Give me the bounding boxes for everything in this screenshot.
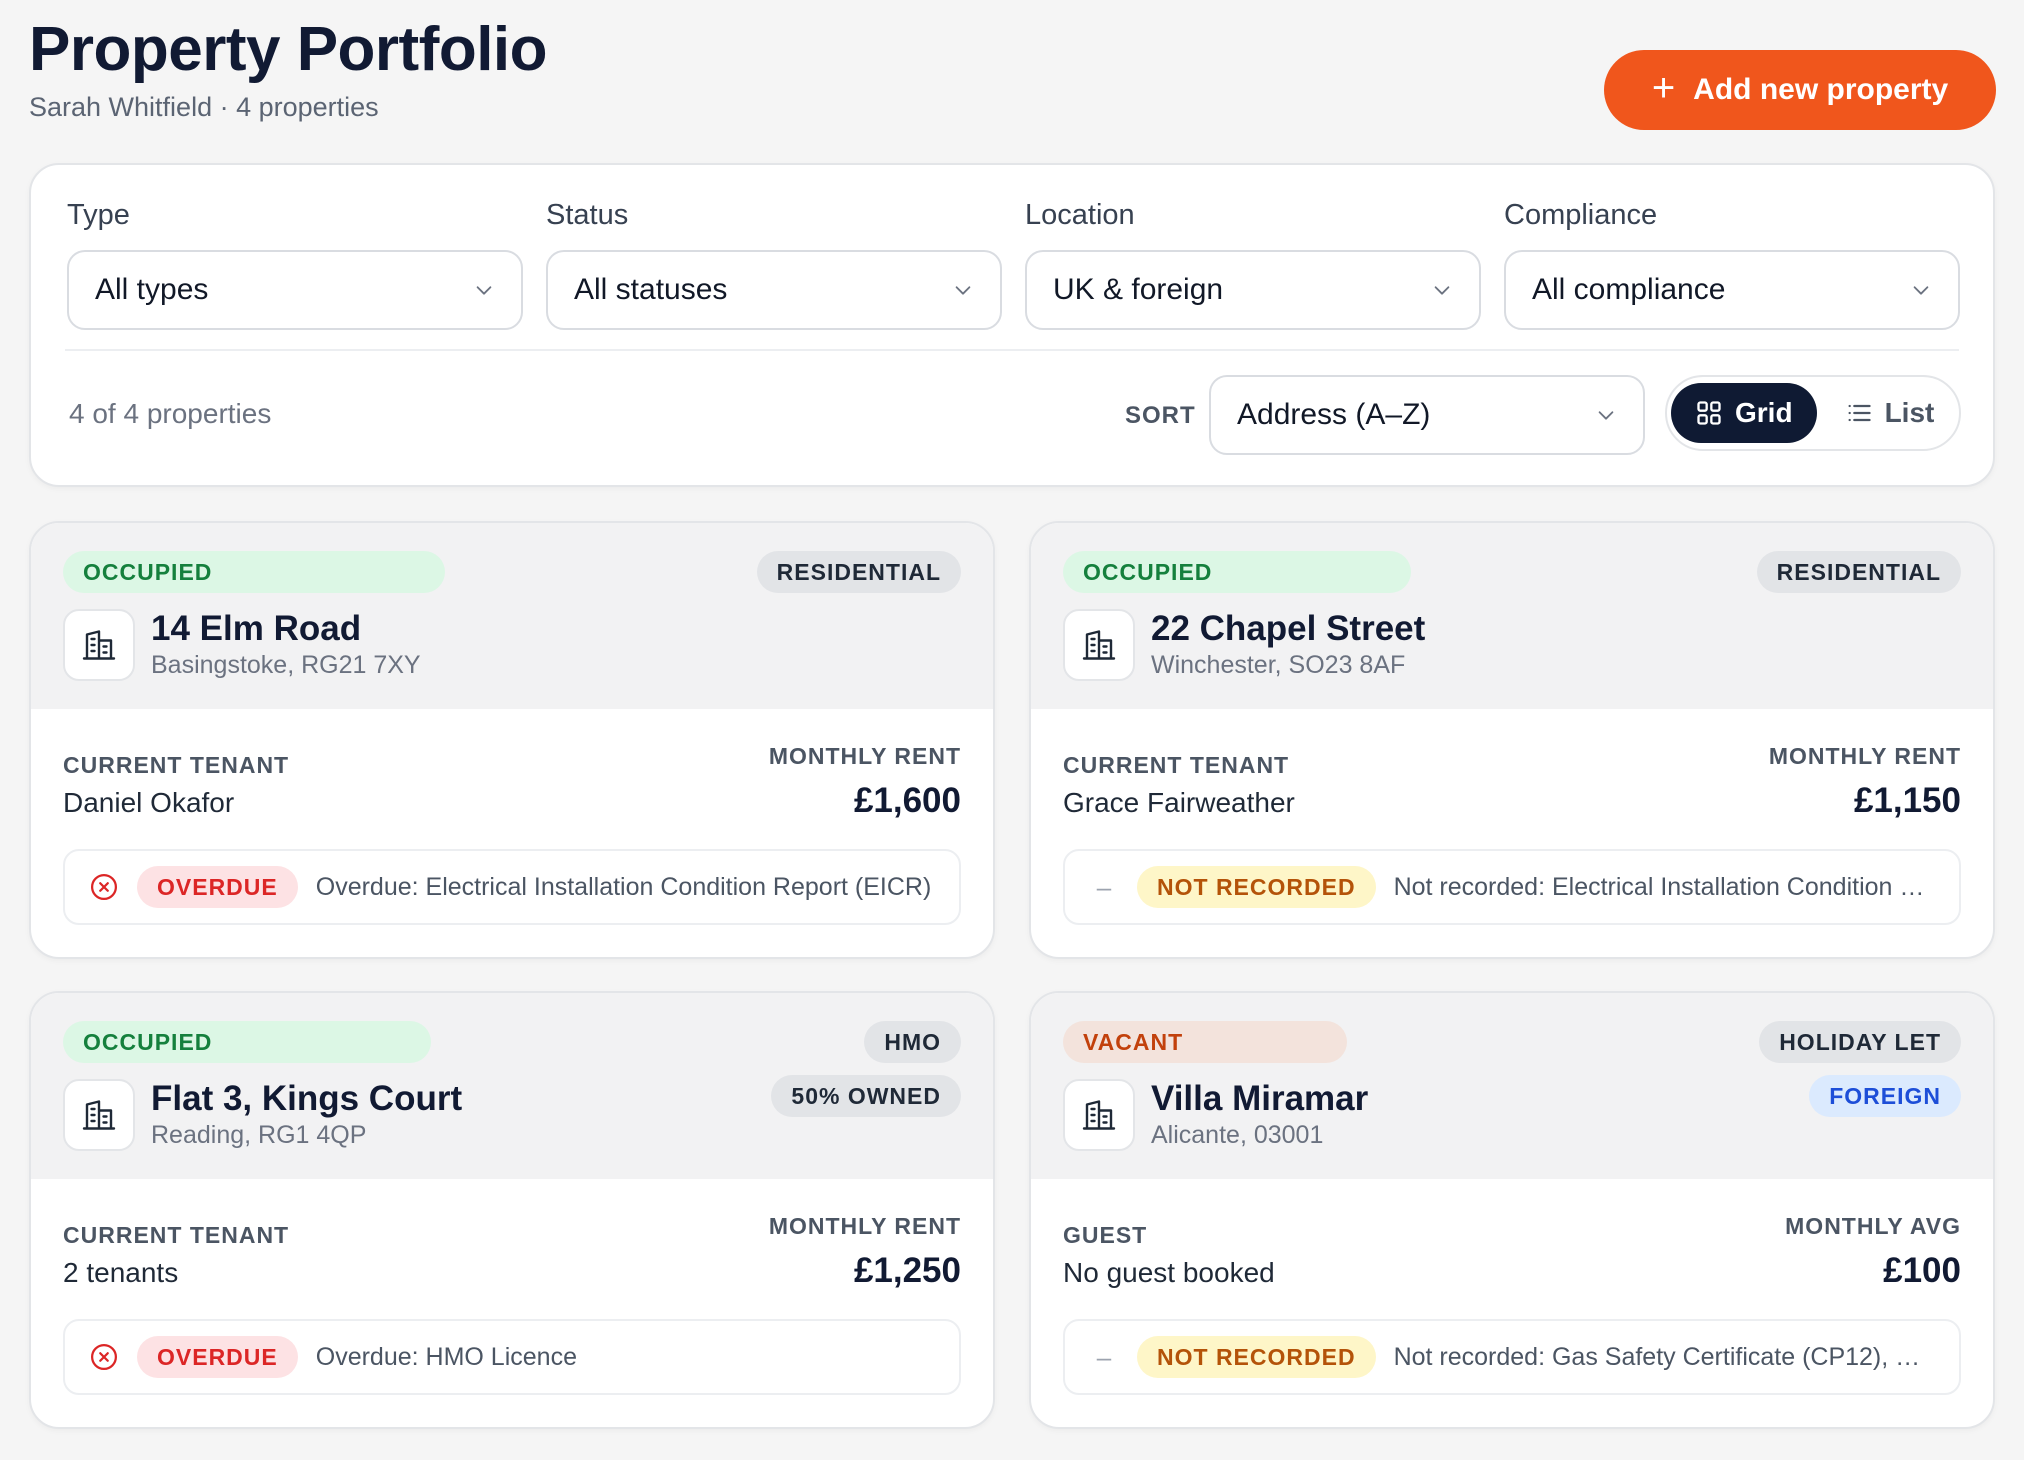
sort-label: SORT: [1125, 402, 1196, 429]
status-filter: Status All statuses: [546, 199, 1002, 330]
property-name: Flat 3, Kings Court: [151, 1079, 463, 1118]
property-name: 14 Elm Road: [151, 609, 362, 648]
compliance-filter: Compliance All compliance: [1504, 199, 1960, 330]
location-filter-label: Location: [1025, 199, 1135, 231]
type-filter: Type All types: [67, 199, 523, 330]
property-address: Basingstoke, RG21 7XY: [151, 651, 421, 679]
location-select-value: UK & foreign: [1053, 273, 1224, 306]
compliance-text: Not recorded: Gas Safety Certificate (CP…: [1393, 1342, 1935, 1371]
building-icon: [1063, 1079, 1135, 1151]
compliance-badge: NOT RECORDED: [1137, 1336, 1376, 1378]
compliance-badge: NOT RECORDED: [1137, 866, 1376, 908]
tenant-name: Grace Fairweather: [1063, 787, 1295, 818]
compliance-text: Overdue: Electrical Installation Conditi…: [315, 872, 932, 901]
rent-value: £1,250: [853, 1251, 961, 1290]
building-icon: [63, 609, 135, 681]
tenant-name: Daniel Okafor: [63, 787, 235, 818]
property-type-tag: RESIDENTIAL: [1756, 551, 1961, 593]
chevron-down-icon: [1434, 286, 1450, 295]
compliance-row[interactable]: OVERDUE Overdue: HMO Licence: [63, 1319, 961, 1395]
compliance-text: Not recorded: Electrical Installation Co…: [1393, 872, 1935, 901]
filter-divider: [65, 349, 1959, 351]
property-card[interactable]: VACANT HOLIDAY LET FOREIGN Villa Miramar…: [1029, 991, 1995, 1429]
sort-select-value: Address (A–Z): [1237, 398, 1431, 431]
list-view-label: List: [1884, 397, 1935, 428]
compliance-row[interactable]: – NOT RECORDED Not recorded: Electrical …: [1063, 849, 1961, 925]
property-name: Villa Miramar: [1151, 1079, 1369, 1118]
status-badge: OCCUPIED: [63, 551, 445, 593]
grid-view-button[interactable]: Grid: [1671, 383, 1817, 443]
property-type-tag: RESIDENTIAL: [756, 551, 961, 593]
location-filter: Location UK & foreign: [1025, 199, 1481, 330]
building-icon: [63, 1079, 135, 1151]
type-select[interactable]: All types: [67, 250, 523, 330]
compliance-select[interactable]: All compliance: [1504, 250, 1960, 330]
location-select[interactable]: UK & foreign: [1025, 250, 1481, 330]
chevron-down-icon: [955, 286, 971, 295]
add-property-button[interactable]: + Add new property: [1604, 50, 1996, 130]
list-icon: [1848, 404, 1871, 422]
compliance-row[interactable]: OVERDUE Overdue: Electrical Installation…: [63, 849, 961, 925]
rent-label: MONTHLY RENT: [1768, 743, 1961, 769]
plus-icon: +: [1651, 66, 1676, 110]
tenant-label: CURRENT TENANT: [63, 752, 290, 778]
chevron-down-icon: [476, 286, 492, 295]
type-select-value: All types: [95, 273, 209, 306]
rent-label: MONTHLY RENT: [768, 743, 961, 769]
building-icon: [1063, 609, 1135, 681]
list-view-button[interactable]: List: [1821, 383, 1959, 443]
guest-label: GUEST: [1063, 1222, 1148, 1248]
tenant-name: 2 tenants: [63, 1257, 179, 1288]
status-badge: OCCUPIED: [63, 1021, 431, 1063]
grid-view-label: Grid: [1735, 397, 1793, 428]
property-address: Winchester, SO23 8AF: [1151, 651, 1406, 679]
tenant-label: CURRENT TENANT: [63, 1222, 290, 1248]
type-filter-label: Type: [67, 199, 130, 231]
rent-value: £1,600: [853, 781, 961, 820]
foreign-tag: FOREIGN: [1809, 1075, 1961, 1117]
add-property-label: Add new property: [1693, 73, 1949, 106]
x-circle-icon: [89, 1342, 119, 1372]
compliance-select-value: All compliance: [1532, 273, 1726, 306]
tenant-label: CURRENT TENANT: [1063, 752, 1290, 778]
page-subtitle: Sarah Whitfield · 4 properties: [29, 92, 379, 122]
property-type-tag: HOLIDAY LET: [1759, 1021, 1961, 1063]
status-badge: VACANT: [1063, 1021, 1347, 1063]
compliance-badge: OVERDUE: [137, 866, 298, 908]
property-address: Reading, RG1 4QP: [151, 1121, 367, 1149]
status-badge: OCCUPIED: [1063, 551, 1411, 593]
view-toggle: Grid List: [1665, 375, 1961, 451]
status-select-value: All statuses: [574, 273, 728, 306]
grid-icon: [1697, 401, 1721, 425]
sort-select[interactable]: Address (A–Z): [1209, 375, 1645, 455]
status-filter-label: Status: [546, 199, 629, 231]
status-select[interactable]: All statuses: [546, 250, 1002, 330]
property-address: Alicante, 03001: [1151, 1121, 1324, 1149]
property-name: 22 Chapel Street: [1151, 609, 1426, 648]
ownership-tag: 50% OWNED: [771, 1075, 961, 1117]
dash-icon: –: [1096, 871, 1112, 902]
compliance-badge: OVERDUE: [137, 1336, 298, 1378]
compliance-text: Overdue: HMO Licence: [315, 1342, 577, 1371]
chevron-down-icon: [1913, 286, 1929, 295]
property-type-tag: HMO: [864, 1021, 961, 1063]
filter-panel: Type All types Status All statuses Locat…: [29, 163, 1995, 487]
x-circle-icon: [89, 872, 119, 902]
rent-label: MONTHLY RENT: [768, 1213, 961, 1239]
property-card[interactable]: OCCUPIED RESIDENTIAL 22 Chapel Street Wi…: [1029, 521, 1995, 959]
property-portfolio-page: Property Portfolio Sarah Whitfield · 4 p…: [0, 0, 2024, 1460]
guest-value: No guest booked: [1063, 1257, 1275, 1288]
compliance-row[interactable]: – NOT RECORDED Not recorded: Gas Safety …: [1063, 1319, 1961, 1395]
chevron-down-icon: [1598, 411, 1614, 420]
rent-value: £100: [1883, 1251, 1961, 1290]
results-count: 4 of 4 properties: [69, 398, 272, 429]
page-title: Property Portfolio: [29, 15, 548, 84]
dash-icon: –: [1096, 1341, 1112, 1372]
property-card[interactable]: OCCUPIED HMO 50% OWNED Flat 3, Kings Cou…: [29, 991, 995, 1429]
rent-label: MONTHLY AVG: [1785, 1213, 1961, 1239]
compliance-filter-label: Compliance: [1504, 199, 1658, 231]
property-card[interactable]: OCCUPIED RESIDENTIAL 14 Elm Road Basings…: [29, 521, 995, 959]
rent-value: £1,150: [1853, 781, 1961, 820]
